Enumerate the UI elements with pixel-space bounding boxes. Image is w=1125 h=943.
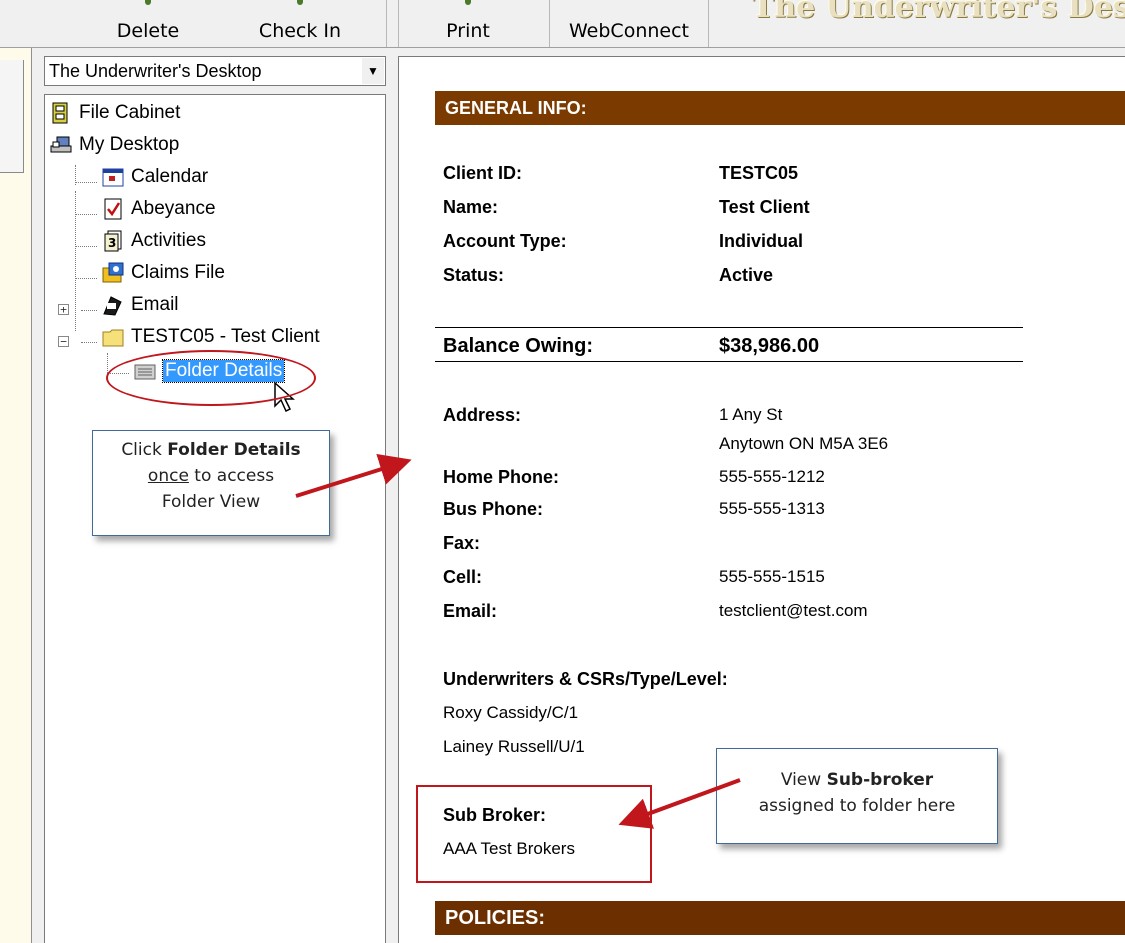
tree-item-file-cabinet[interactable]: File Cabinet (49, 99, 180, 127)
underwriter-entry: Roxy Cassidy/C/1 (443, 703, 579, 722)
status-value: Active (719, 265, 774, 285)
home-phone-label: Home Phone: (443, 467, 560, 487)
general-info-header: GENERAL INFO: (435, 91, 1125, 125)
account-type-value: Individual (719, 231, 804, 251)
bus-phone-value: 555-555-1313 (719, 499, 825, 518)
bus-phone-label: Bus Phone: (443, 499, 544, 519)
activities-icon: 3 (101, 230, 125, 252)
client-id-label: Client ID: (443, 163, 522, 183)
account-type-label: Account Type: (443, 231, 567, 251)
highlight-ellipse (106, 350, 316, 406)
expand-icon[interactable]: + (58, 304, 69, 315)
email-label: Email: (443, 601, 498, 621)
fax-label: Fax: (443, 533, 481, 553)
home-phone-value: 555-555-1212 (719, 467, 825, 486)
name-value: Test Client (719, 197, 810, 217)
desktop-selector-value: The Underwriter's Desktop (49, 60, 262, 81)
address-line1: 1 Any St (719, 405, 783, 424)
checklist-icon (101, 198, 125, 220)
divider (435, 361, 1023, 362)
delete-icon (145, 0, 151, 5)
callout-folder-details: Click Folder Details once to access Fold… (92, 430, 330, 536)
address-label: Address: (443, 405, 522, 425)
tree-connector (75, 278, 97, 279)
webconnect-button[interactable]: WebConnect (552, 0, 706, 47)
toolbar-separator (386, 0, 387, 47)
policies-header: POLICIES: (435, 901, 1125, 935)
tree-item-activities[interactable]: 3 Activities (101, 227, 206, 255)
cell-label: Cell: (443, 567, 483, 587)
address-line2: Anytown ON M5A 3E6 (719, 434, 889, 453)
email-icon (101, 294, 125, 316)
file-cabinet-icon (49, 102, 73, 124)
tree-item-calendar[interactable]: Calendar (101, 163, 208, 191)
toolbar-separator (549, 0, 550, 47)
tree-item-my-desktop[interactable]: My Desktop (49, 131, 179, 159)
tree-connector (75, 165, 76, 185)
tree-item-email[interactable]: Email (101, 291, 179, 319)
print-button[interactable]: Print (412, 0, 524, 47)
left-dock-strip (0, 48, 32, 943)
cell-value: 555-555-1515 (719, 567, 825, 586)
delete-button[interactable]: Delete (80, 0, 216, 47)
toolbar-separator (398, 0, 399, 47)
check-in-icon (297, 0, 303, 5)
name-label: Name: (443, 197, 499, 217)
email-value[interactable]: testclient@test.com (719, 601, 868, 621)
print-icon (465, 0, 471, 5)
underwriters-label: Underwriters & CSRs/Type/Level: (443, 669, 728, 689)
tree-connector (81, 310, 97, 311)
collapse-icon[interactable]: − (58, 336, 69, 347)
chevron-down-icon[interactable]: ▼ (362, 58, 384, 84)
tree-item-claims-file[interactable]: Claims File (101, 259, 225, 287)
folder-icon (101, 326, 125, 348)
tree-connector (75, 246, 97, 247)
tree-connector (107, 353, 108, 373)
balance-owing-value: $38,986.00 (719, 335, 820, 357)
client-id-value: TESTC05 (719, 163, 799, 183)
underwriter-entry: Lainey Russell/U/1 (443, 737, 585, 756)
tree-connector (75, 191, 76, 331)
tree-item-abeyance[interactable]: Abeyance (101, 195, 216, 223)
claims-icon (101, 262, 125, 284)
svg-text:3: 3 (108, 236, 116, 250)
sub-broker-highlight-box (416, 785, 652, 883)
desktop-icon (49, 134, 73, 156)
toolbar: Delete Check In Print WebConnect The Und… (0, 0, 1125, 48)
tree-connector (75, 182, 97, 183)
desktop-selector[interactable]: The Underwriter's Desktop ▼ (44, 56, 386, 86)
dock-tab[interactable] (0, 128, 24, 173)
tree-item-client-folder[interactable]: TESTC05 - Test Client (101, 323, 320, 351)
divider (435, 327, 1023, 328)
balance-owing-label: Balance Owing: (443, 335, 594, 357)
toolbar-separator (708, 0, 709, 47)
tree-connector (81, 342, 97, 343)
callout-sub-broker: View Sub-broker assigned to folder here (716, 748, 998, 844)
check-in-button[interactable]: Check In (232, 0, 368, 47)
tree-connector (75, 214, 97, 215)
dock-tab[interactable] (0, 60, 24, 130)
status-label: Status: (443, 265, 505, 285)
calendar-icon (101, 166, 125, 188)
app-title-logo: The Underwriter's Desktop (752, 0, 1125, 25)
